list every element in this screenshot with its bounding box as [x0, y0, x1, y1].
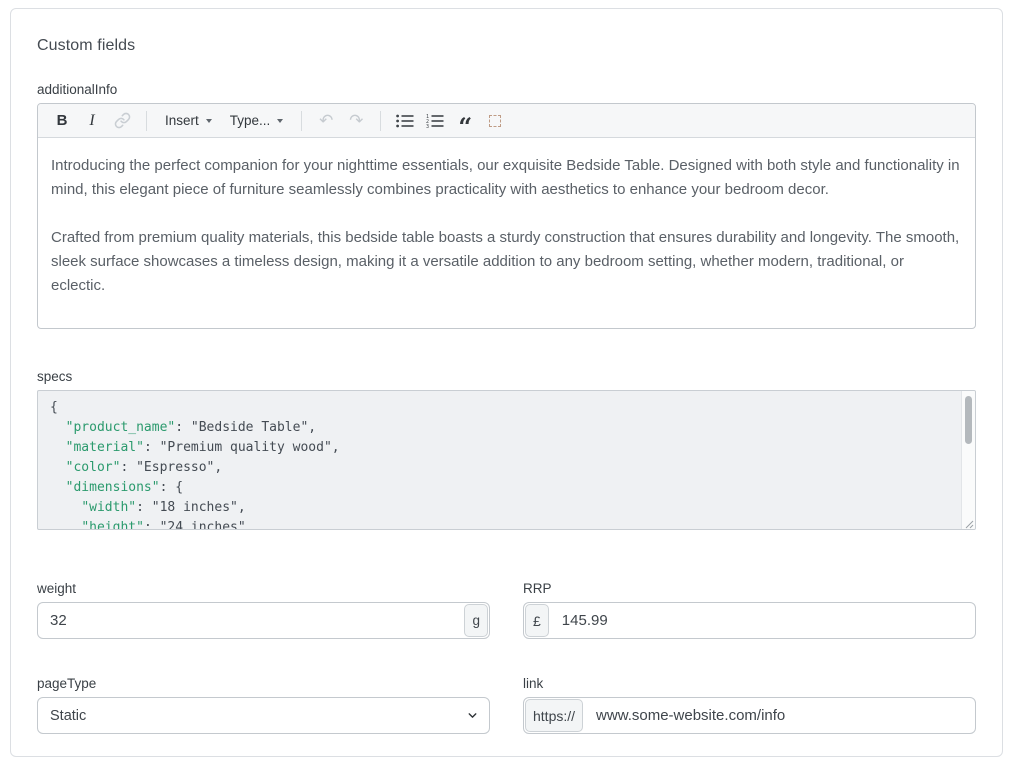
resize-handle-icon[interactable] [962, 516, 974, 528]
card-title: Custom fields [37, 37, 976, 55]
dashed-box-icon [489, 115, 501, 127]
weight-input[interactable] [38, 603, 463, 638]
currency-prefix: £ [525, 604, 549, 637]
link-icon [114, 112, 131, 129]
redo-button[interactable]: ↷ [342, 108, 370, 134]
weight-unit-suffix: g [464, 604, 488, 637]
pagetype-link-row: pageType Static link https:// [37, 676, 976, 734]
page-type-label: pageType [37, 676, 490, 691]
additional-info-label: additionalInfo [37, 82, 976, 97]
numbered-list-icon: 1 2 3 [426, 114, 444, 128]
type-dropdown[interactable]: Type... [222, 108, 292, 134]
weight-input-group: g [37, 602, 490, 639]
numbered-list-button[interactable]: 1 2 3 [421, 108, 449, 134]
rte-paragraph: Introducing the perfect companion for yo… [51, 154, 962, 202]
toolbar-divider [301, 111, 302, 131]
field-additional-info: additionalInfo B I Insert [37, 82, 976, 329]
weight-rrp-row: weight g RRP £ [37, 581, 976, 639]
bullet-list-icon [396, 114, 414, 128]
field-page-type: pageType Static [37, 676, 490, 734]
scrollbar-track[interactable] [961, 391, 975, 529]
toolbar-divider [146, 111, 147, 131]
redo-icon: ↷ [349, 112, 363, 129]
rrp-label: RRP [523, 581, 976, 596]
caret-down-icon [206, 119, 212, 123]
rte-content-area[interactable]: Introducing the perfect companion for yo… [38, 138, 975, 328]
specs-code: { "product_name": "Bedside Table", "mate… [38, 391, 975, 529]
link-label: link [523, 676, 976, 691]
rrp-input-group: £ [523, 602, 976, 639]
field-rrp: RRP £ [523, 581, 976, 639]
bold-button[interactable]: B [48, 108, 76, 134]
insert-dropdown[interactable]: Insert [157, 108, 220, 134]
specs-code-editor[interactable]: { "product_name": "Bedside Table", "mate… [37, 390, 976, 530]
rte-paragraph: Crafted from premium quality materials, … [51, 226, 962, 298]
page-type-select-wrap: Static [37, 697, 490, 734]
scrollbar-thumb[interactable] [965, 396, 972, 444]
nonbreaking-space-button[interactable] [481, 108, 509, 134]
link-input[interactable] [584, 698, 975, 733]
protocol-prefix: https:// [525, 699, 583, 732]
rrp-input[interactable] [550, 603, 975, 638]
bullet-list-button[interactable] [391, 108, 419, 134]
field-specs: specs { "product_name": "Bedside Table",… [37, 369, 976, 530]
blockquote-button[interactable]: “ [451, 108, 479, 134]
specs-label: specs [37, 369, 976, 384]
rte-toolbar: B I Insert Type... [38, 104, 975, 138]
weight-label: weight [37, 581, 490, 596]
link-button[interactable] [108, 108, 136, 134]
caret-down-icon [277, 119, 283, 123]
toolbar-divider [380, 111, 381, 131]
undo-button[interactable]: ↶ [312, 108, 340, 134]
rich-text-editor: B I Insert Type... [37, 103, 976, 329]
field-weight: weight g [37, 581, 490, 639]
undo-icon: ↶ [319, 112, 333, 129]
page-type-select[interactable]: Static [37, 697, 490, 734]
custom-fields-card: Custom fields additionalInfo B I Inse [10, 8, 1003, 757]
field-link: link https:// [523, 676, 976, 734]
svg-text:3: 3 [426, 124, 429, 128]
link-input-group: https:// [523, 697, 976, 734]
italic-button[interactable]: I [78, 108, 106, 134]
